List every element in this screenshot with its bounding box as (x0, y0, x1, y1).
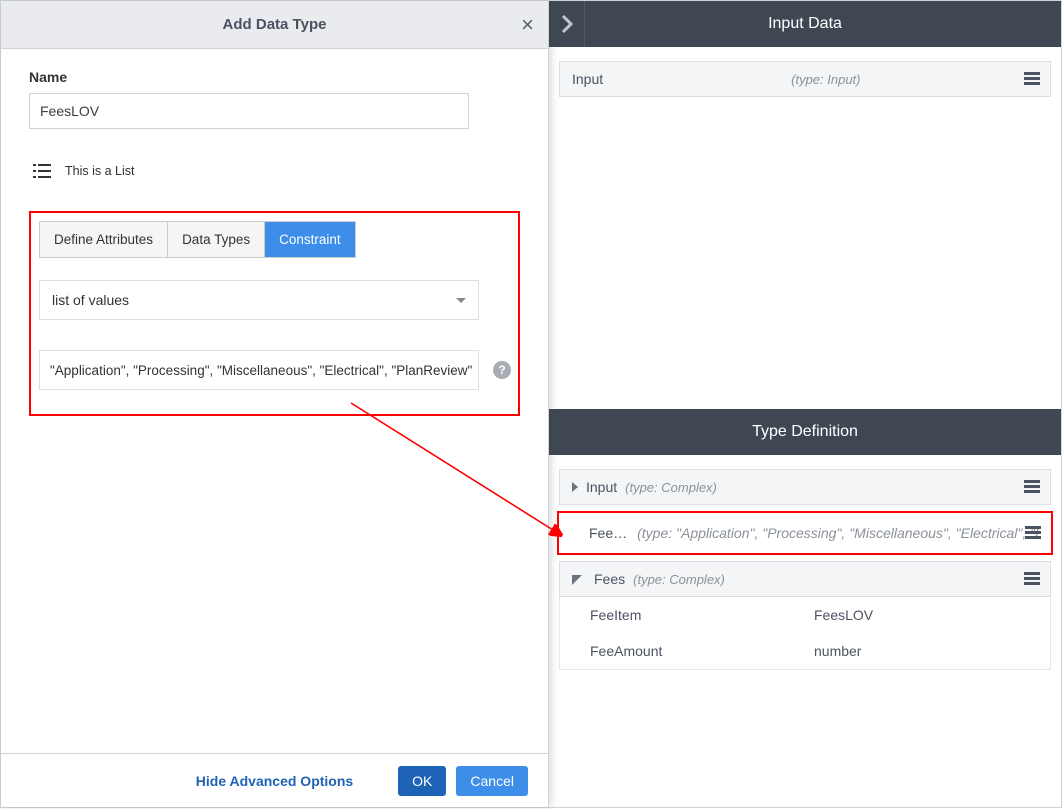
type-definition-header: Type Definition (549, 409, 1061, 455)
hide-advanced-options-text[interactable]: Hide Advanced Options (196, 773, 353, 789)
input-data-title: Input Data (768, 15, 842, 33)
fees-type: (type: Complex) (633, 572, 725, 587)
right-side: Input Data Input (type: Input) Type Defi… (549, 1, 1061, 807)
name-input[interactable] (29, 93, 469, 129)
input-card[interactable]: Input (type: Input) (559, 61, 1051, 97)
fees-fields-grid: FeeItem FeesLOV FeeAmount number (559, 597, 1051, 670)
fee-item-row: FeeItem FeesLOV (560, 597, 1050, 633)
constraint-type-value: list of values (52, 292, 129, 308)
expand-right-icon[interactable] (572, 482, 578, 492)
fee-amount-row: FeeAmount number (560, 633, 1050, 669)
fee-amount-type: number (814, 643, 1038, 659)
fee-item-name: FeeItem (590, 607, 814, 623)
add-data-type-modal: Add Data Type × Name This is a List Defi… (1, 1, 549, 807)
menu-icon[interactable] (1024, 480, 1040, 494)
typedef-input-type: (type: Complex) (625, 480, 717, 495)
feeslov-name: Fee… (589, 525, 627, 541)
typedef-feeslov-row[interactable]: Fee… (type: "Application", "Processing",… (559, 513, 1051, 553)
menu-icon[interactable] (1024, 72, 1040, 86)
fee-item-type: FeesLOV (814, 607, 1038, 623)
typedef-fees-row[interactable]: Fees (type: Complex) (559, 561, 1051, 597)
input-type-hint: (type: Input) (791, 72, 860, 87)
fees-name: Fees (594, 571, 625, 587)
cancel-button[interactable]: Cancel (456, 766, 528, 796)
help-icon[interactable]: ? (493, 361, 511, 379)
constraint-tabs: Define Attributes Data Types Constraint (39, 221, 356, 258)
constraint-values-input[interactable]: "Application", "Processing", "Miscellane… (39, 350, 479, 390)
input-data-header: Input Data (549, 1, 1061, 47)
constraint-values-text: "Application", "Processing", "Miscellane… (50, 363, 472, 378)
modal-footer: Hide Advanced Options OK Cancel (1, 753, 548, 807)
menu-icon[interactable] (1024, 572, 1040, 586)
chevron-down-icon (456, 298, 466, 303)
input-name: Input (572, 71, 603, 87)
list-icon (33, 163, 51, 179)
is-a-list-row: This is a List (29, 163, 520, 179)
constraint-type-select[interactable]: list of values (39, 280, 479, 320)
tab-constraint[interactable]: Constraint (265, 222, 355, 257)
ok-button[interactable]: OK (398, 766, 446, 796)
collapse-button[interactable] (549, 1, 585, 47)
fee-lov-highlight-box: Fee… (type: "Application", "Processing",… (557, 511, 1053, 555)
modal-body: Name This is a List Define Attributes Da… (1, 49, 548, 807)
modal-header: Add Data Type × (1, 1, 548, 49)
tab-define-attributes[interactable]: Define Attributes (40, 222, 168, 257)
name-label: Name (29, 69, 520, 85)
type-definition-title: Type Definition (752, 423, 858, 441)
modal-title: Add Data Type (223, 16, 327, 33)
feeslov-type: (type: "Application", "Processing", "Mis… (637, 525, 1039, 541)
expand-collapse-icon[interactable] (572, 575, 582, 585)
close-icon[interactable]: × (521, 14, 534, 36)
constraint-highlight-box: Define Attributes Data Types Constraint … (29, 211, 520, 416)
type-definition-area: Input (type: Complex) Fee… (type: "Appli… (549, 455, 1061, 684)
menu-icon[interactable] (1025, 526, 1041, 540)
is-a-list-label: This is a List (65, 164, 134, 178)
typedef-input-row[interactable]: Input (type: Complex) (559, 469, 1051, 505)
typedef-input-name: Input (586, 479, 617, 495)
fee-amount-name: FeeAmount (590, 643, 814, 659)
tab-data-types[interactable]: Data Types (168, 222, 265, 257)
input-data-area: Input (type: Input) (549, 47, 1061, 409)
